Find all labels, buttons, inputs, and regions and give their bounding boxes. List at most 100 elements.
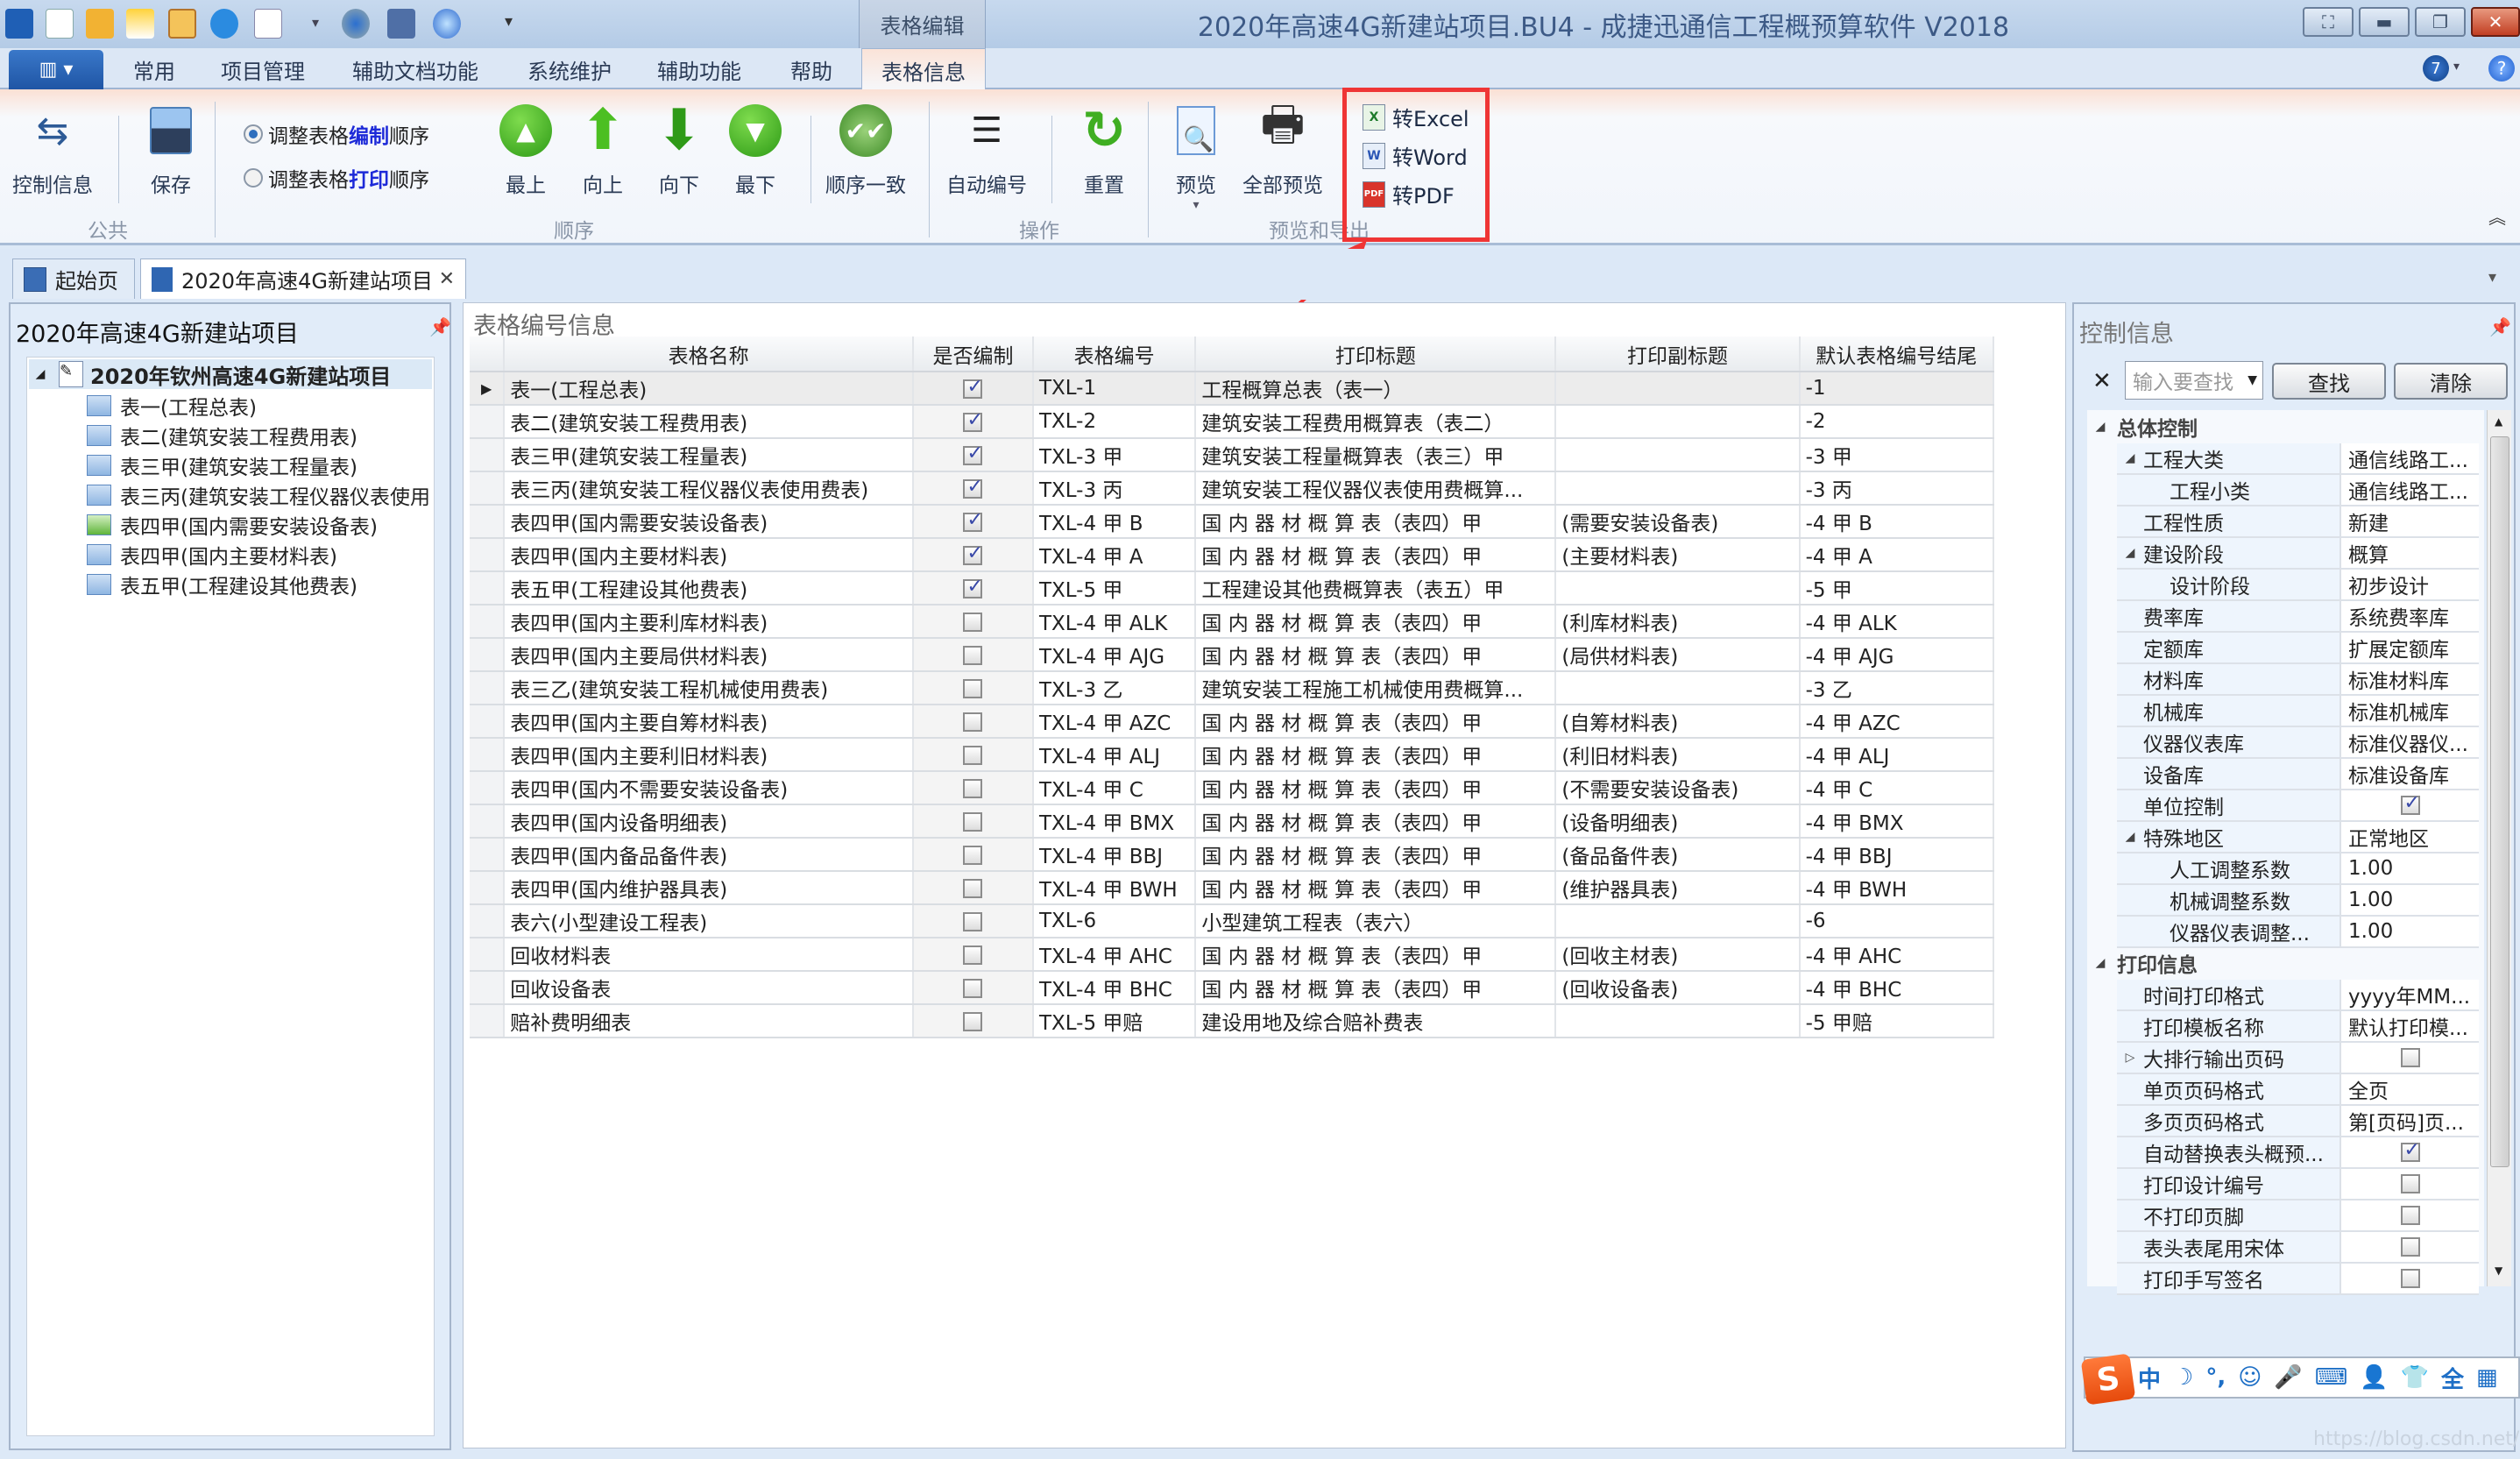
property-value[interactable]: 系统费率库 [2341, 601, 2479, 631]
reset-button[interactable]: ↻ 重置 [1078, 100, 1130, 198]
row-indicator[interactable]: ▶ [470, 372, 506, 406]
property-row[interactable]: 表头表尾用宋体 [2117, 1232, 2479, 1264]
cell-print-subtitle[interactable]: (主要材料表) [1555, 538, 1801, 572]
tree-root-item[interactable]: ◢ ✎ 2020年钦州高速4G新建站项目 [29, 359, 432, 389]
property-row[interactable]: 工程小类 通信线路工... [2117, 475, 2479, 506]
cell-name[interactable]: 回收设备表 [504, 971, 914, 1005]
collapse-ribbon-icon[interactable]: ︽ [2488, 203, 2506, 229]
column-header-print-subtitle[interactable]: 打印副标题 [1555, 336, 1801, 372]
table-row[interactable]: 表四甲(国内主要局供材料表) TXL-4 甲 AJG 国 内 器 材 概 算 表（表… [470, 638, 1995, 672]
property-grid-scrollbar[interactable]: ▲ ▼ [2487, 410, 2511, 1286]
compiled-checkbox[interactable] [963, 409, 983, 432]
cell-code[interactable]: TXL-4 甲 BMX [1032, 804, 1197, 839]
cell-name[interactable]: 表五甲(工程建设其他费表) [504, 571, 914, 606]
property-value[interactable]: 标准机械库 [2341, 696, 2479, 726]
tab-list-dropdown-icon[interactable]: ▾ [2488, 268, 2496, 287]
app-menu-button[interactable]: ▥ ▾ [9, 50, 103, 89]
save-button[interactable]: 保存 [145, 102, 197, 198]
compiled-checkbox[interactable] [963, 911, 983, 931]
pin-icon[interactable]: 📌 [2489, 316, 2511, 337]
zoom-icon[interactable] [433, 9, 461, 39]
cell-compiled[interactable] [912, 771, 1034, 805]
property-checkbox[interactable] [2400, 1269, 2420, 1288]
settings-icon[interactable] [342, 9, 370, 39]
cell-name[interactable]: 表二(建筑安装工程费用表) [504, 405, 914, 439]
cell-code[interactable]: TXL-4 甲 AZC [1032, 705, 1197, 739]
property-value[interactable]: 通信线路工... [2341, 475, 2479, 505]
property-row[interactable]: 时间打印格式 yyyy年MM... [2117, 980, 2479, 1011]
row-indicator[interactable] [470, 1004, 506, 1038]
cell-code[interactable]: TXL-4 甲 AJG [1032, 638, 1197, 672]
cell-default-suffix[interactable]: -4 甲 ALK [1799, 605, 1995, 639]
cell-print-subtitle[interactable]: (自筹材料表) [1555, 705, 1801, 739]
cell-compiled[interactable] [912, 605, 1034, 639]
cell-code[interactable]: TXL-4 甲 BBJ [1032, 838, 1197, 872]
cell-default-suffix[interactable]: -6 [1799, 904, 1995, 938]
compiled-checkbox[interactable] [963, 443, 983, 465]
cell-print-subtitle[interactable] [1555, 904, 1801, 938]
cell-default-suffix[interactable]: -5 甲赔 [1799, 1004, 1995, 1038]
compiled-checkbox[interactable] [963, 845, 983, 865]
property-row[interactable]: ▷ 大排行输出页码 [2117, 1043, 2479, 1074]
table-row[interactable]: 表二(建筑安装工程费用表) TXL-2建筑安装工程费用概算表（表二） -2 [470, 405, 1995, 439]
cell-code[interactable]: TXL-1 [1032, 372, 1197, 406]
emoji-icon[interactable]: ☺ [2238, 1364, 2262, 1391]
tab-aux-documents[interactable]: 辅助文档功能 [352, 50, 478, 89]
property-checkbox[interactable] [2400, 1139, 2420, 1162]
cell-print-title[interactable]: 工程建设其他费概算表（表五）甲 [1195, 571, 1557, 606]
layout-icon[interactable] [168, 9, 196, 39]
dropdown-arrow-icon[interactable]: ▾ [312, 14, 319, 31]
cell-compiled[interactable] [912, 538, 1034, 572]
tree-item[interactable]: 表三丙(建筑安装工程仪器仪表使用费表) [87, 480, 428, 510]
cell-print-title[interactable]: 小型建筑工程表（表六） [1195, 904, 1557, 938]
search-doc-icon[interactable] [254, 9, 282, 39]
scroll-down-icon[interactable]: ▼ [2495, 1264, 2502, 1277]
cell-default-suffix[interactable]: -4 甲 C [1799, 771, 1995, 805]
property-row[interactable]: 材料库 标准材料库 [2117, 664, 2479, 696]
property-value[interactable] [2341, 1232, 2479, 1262]
row-indicator[interactable] [470, 804, 506, 839]
cell-code[interactable]: TXL-4 甲 C [1032, 771, 1197, 805]
cell-print-subtitle[interactable]: (回收主材表) [1555, 938, 1801, 972]
property-value[interactable] [2341, 1043, 2479, 1073]
move-up-button[interactable]: ⬆ 向上 [577, 98, 629, 198]
cell-name[interactable]: 表四甲(国内主要材料表) [504, 538, 914, 572]
property-value[interactable] [2341, 1169, 2479, 1199]
compiled-checkbox[interactable] [963, 476, 983, 499]
new-file-icon[interactable] [46, 9, 74, 39]
cell-default-suffix[interactable]: -4 甲 AHC [1799, 938, 1995, 972]
help-icon[interactable]: ? [2488, 55, 2515, 81]
table-row[interactable]: 表四甲(国内主要材料表) TXL-4 甲 A国 内 器 材 概 算 表（表四）甲(… [470, 538, 1995, 572]
keyboard-icon[interactable]: ⌨ [2315, 1364, 2348, 1391]
row-indicator[interactable] [470, 971, 506, 1005]
cell-code[interactable]: TXL-4 甲 A [1032, 538, 1197, 572]
scroll-thumb[interactable] [2490, 436, 2509, 1167]
property-value[interactable]: 1.00 [2341, 917, 2479, 946]
cell-name[interactable]: 表四甲(国内备品备件表) [504, 838, 914, 872]
print-preview-all-button[interactable]: 🖶 全部预览 [1242, 96, 1323, 198]
compiled-checkbox[interactable] [963, 678, 983, 698]
row-indicator[interactable] [470, 671, 506, 705]
table-row[interactable]: 回收材料表 TXL-4 甲 AHC 国 内 器 材 概 算 表（表四）甲 (回收主材表… [470, 938, 1995, 972]
property-value[interactable] [2341, 790, 2479, 820]
property-value[interactable]: 正常地区 [2341, 822, 2479, 852]
property-row[interactable]: ◢ 工程大类 通信线路工... [2117, 443, 2479, 475]
property-row[interactable]: 多页页码格式 第[页码]页... [2117, 1106, 2479, 1137]
cell-print-title[interactable]: 国 内 器 材 概 算 表（表四）甲 [1195, 838, 1557, 872]
cell-code[interactable]: TXL-3 甲 [1032, 438, 1197, 472]
property-value[interactable]: 第[页码]页... [2341, 1106, 2479, 1136]
property-category[interactable]: ◢ 总体控制 [2087, 412, 2479, 442]
radio-edit-order[interactable]: 调整表格 编制 顺序 [244, 119, 429, 149]
cell-print-title[interactable]: 国 内 器 材 概 算 表（表四）甲 [1195, 738, 1557, 772]
radio-print-order-button[interactable] [244, 168, 263, 188]
cell-print-title[interactable]: 建筑安装工程施工机械使用费概算... [1195, 671, 1557, 705]
table-row[interactable]: 表五甲(工程建设其他费表) TXL-5 甲工程建设其他费概算表（表五）甲 -5 甲 [470, 571, 1995, 606]
property-value[interactable] [2341, 1264, 2479, 1293]
compiled-checkbox[interactable] [963, 778, 983, 798]
compiled-checkbox[interactable] [963, 645, 983, 665]
cell-print-title[interactable]: 国 内 器 材 概 算 表（表四）甲 [1195, 505, 1557, 539]
tab-table-info[interactable]: 表格信息 [861, 48, 986, 91]
tree-item[interactable]: 表三甲(建筑安装工程量表) [87, 450, 428, 480]
cell-print-title[interactable]: 建筑安装工程仪器仪表使用费概算... [1195, 471, 1557, 506]
property-expander-icon[interactable]: ◢ [2117, 830, 2143, 844]
